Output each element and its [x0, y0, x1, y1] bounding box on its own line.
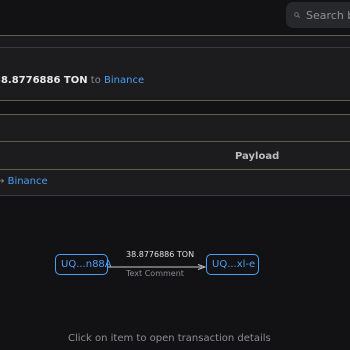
diagram-node-destination[interactable]: UQ...xl-e [206, 254, 259, 275]
transaction-page: 38.8776886 TON to Binance Payload → Bina… [0, 0, 350, 350]
arrow-right-icon: → [0, 176, 5, 187]
transaction-diagram: UQ...n88A 38.8776886 TON Text Comment UQ… [0, 240, 350, 290]
hint-text: Click on item to open transaction detail… [68, 333, 271, 344]
table-row[interactable]: → Binance [0, 176, 48, 187]
payload-column-header: Payload [235, 151, 280, 162]
diagram-edge-amount: 38.8776886 TON [126, 250, 195, 259]
diagram-edge-comment: Text Comment [126, 269, 184, 278]
diagram-node-source[interactable]: UQ...n88A [55, 254, 112, 275]
search-icon [294, 12, 300, 18]
table-header-divider [0, 169, 350, 170]
summary-card [0, 35, 350, 101]
section-header [0, 114, 350, 142]
search-input[interactable] [306, 8, 350, 22]
summary-amount: 38.8776886 TON [0, 75, 88, 86]
summary-divider [0, 36, 350, 48]
summary-to-word: to [90, 75, 101, 86]
summary-destination-link[interactable]: Binance [104, 75, 144, 86]
summary-action: 38.8776886 TON to Binance [0, 75, 144, 86]
search-box[interactable] [286, 2, 350, 28]
table-row-destination-link[interactable]: Binance [8, 176, 48, 187]
